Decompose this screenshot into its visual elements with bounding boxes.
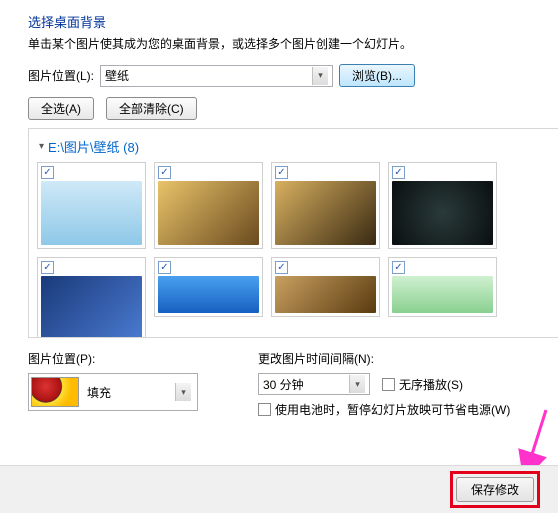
thumb-checkbox[interactable]: ✓	[41, 261, 54, 274]
location-label: 图片位置(L):	[28, 67, 94, 84]
thumb-checkbox[interactable]: ✓	[41, 166, 54, 179]
wallpaper-thumb[interactable]: ✓	[271, 257, 380, 317]
thumbnail-list: ▾ E:\图片\壁纸 (8) ✓ ✓ ✓ ✓ ✓ ✓ ✓ ✓	[28, 128, 558, 338]
shuffle-label: 无序播放(S)	[399, 376, 463, 393]
browse-button[interactable]: 浏览(B)...	[339, 64, 415, 87]
interval-label: 更改图片时间间隔(N):	[258, 350, 510, 367]
collapse-icon[interactable]: ▾	[39, 141, 44, 152]
footer-bar: 保存修改	[0, 465, 558, 513]
location-select[interactable]: 壁纸 ▾	[100, 65, 333, 87]
wallpaper-thumb[interactable]: ✓	[37, 257, 146, 338]
thumb-checkbox[interactable]: ✓	[275, 166, 288, 179]
thumb-checkbox[interactable]: ✓	[158, 166, 171, 179]
thumb-checkbox[interactable]: ✓	[158, 261, 171, 274]
thumb-checkbox[interactable]: ✓	[275, 261, 288, 274]
page-title: 选择桌面背景	[28, 12, 540, 31]
chevron-down-icon: ▾	[175, 383, 191, 401]
wallpaper-thumb[interactable]: ✓	[388, 162, 497, 249]
wallpaper-thumb[interactable]: ✓	[154, 162, 263, 249]
select-all-button[interactable]: 全选(A)	[28, 97, 94, 120]
fit-preview-icon	[31, 377, 79, 407]
battery-checkbox[interactable]	[258, 403, 271, 416]
interval-value: 30 分钟	[263, 376, 304, 393]
fit-value: 填充	[87, 384, 111, 401]
page-subtitle: 单击某个图片使其成为您的桌面背景，或选择多个图片创建一个幻灯片。	[28, 35, 540, 52]
clear-all-button[interactable]: 全部清除(C)	[106, 97, 197, 120]
thumb-checkbox[interactable]: ✓	[392, 166, 405, 179]
location-value: 壁纸	[105, 67, 129, 84]
wallpaper-thumb[interactable]: ✓	[271, 162, 380, 249]
shuffle-checkbox[interactable]	[382, 378, 395, 391]
wallpaper-thumb[interactable]: ✓	[154, 257, 263, 317]
fit-select[interactable]: 填充 ▾	[28, 373, 198, 411]
save-button[interactable]: 保存修改	[456, 477, 534, 502]
fit-label: 图片位置(P):	[28, 350, 198, 367]
chevron-down-icon: ▾	[312, 67, 328, 85]
interval-select[interactable]: 30 分钟 ▾	[258, 373, 370, 395]
save-highlight: 保存修改	[450, 471, 540, 508]
battery-label: 使用电池时，暂停幻灯片放映可节省电源(W)	[275, 401, 510, 418]
folder-path[interactable]: E:\图片\壁纸 (8)	[48, 137, 139, 156]
wallpaper-thumb[interactable]: ✓	[388, 257, 497, 317]
wallpaper-thumb[interactable]: ✓	[37, 162, 146, 249]
thumb-checkbox[interactable]: ✓	[392, 261, 405, 274]
chevron-down-icon: ▾	[349, 375, 365, 393]
